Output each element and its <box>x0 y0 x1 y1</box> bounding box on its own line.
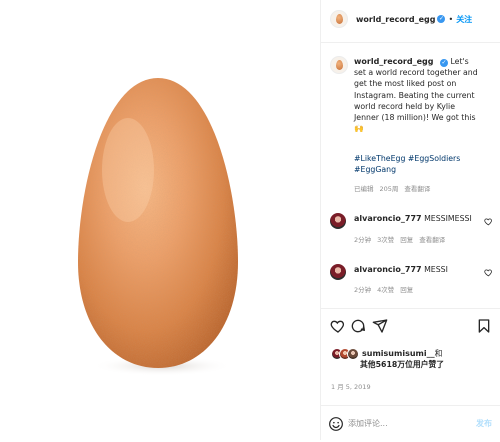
post-comment-button[interactable]: 发布 <box>476 418 492 429</box>
commenter-avatar[interactable] <box>330 264 346 280</box>
caption-meta: 已编辑 205周 查看翻译 <box>354 183 436 193</box>
verified-badge-icon: ✓ <box>437 15 446 23</box>
instagram-post: world_record_egg ✓ • 关注 world_record_egg… <box>0 0 500 440</box>
egg-image <box>78 78 238 376</box>
heart-icon[interactable] <box>484 217 493 226</box>
see-translation-link[interactable]: 查看翻译 <box>404 185 430 193</box>
caption-username[interactable]: world_record_egg <box>354 57 433 66</box>
follow-button[interactable]: 关注 <box>456 14 472 25</box>
verified-badge-icon: ✓ <box>439 59 448 67</box>
comment-input[interactable]: 添加评论... <box>348 418 388 429</box>
author-username[interactable]: world_record_egg <box>356 15 435 24</box>
post-header: world_record_egg ✓ • 关注 <box>330 8 495 30</box>
comment-username[interactable]: alvaroncio_777 <box>354 214 422 223</box>
likes-count[interactable]: 其他5618万位用户赞了 <box>360 360 444 369</box>
comment-time[interactable]: 2分钟 <box>354 236 371 244</box>
comment-username[interactable]: alvaroncio_777 <box>354 265 422 274</box>
comment-box-divider <box>320 405 500 406</box>
likes-summary: sumisumisumi__和 其他5618万位用户赞了 <box>360 348 490 370</box>
comment-time[interactable]: 2分钟 <box>354 286 371 294</box>
comment-icon[interactable] <box>350 318 366 334</box>
liker-avatars <box>331 348 361 362</box>
comment: alvaroncio_777 MESSI <box>354 265 448 274</box>
heart-icon[interactable] <box>330 318 346 334</box>
add-comment-bar: 添加评论... 发布 <box>320 410 500 440</box>
comment-meta: 2分钟 3次赞 回复 查看翻译 <box>354 234 451 244</box>
action-bar <box>330 318 492 336</box>
likes-and: 和 <box>434 349 443 358</box>
author-avatar[interactable] <box>330 10 348 28</box>
caption-time[interactable]: 205周 <box>380 185 399 193</box>
comment-meta: 2分钟 4次赞 回复 <box>354 284 419 294</box>
comment-body: MESSI <box>424 265 448 274</box>
post-date[interactable]: 1 月 5, 2019 <box>331 381 371 391</box>
comment-likes[interactable]: 3次赞 <box>377 236 394 244</box>
emoji-icon[interactable] <box>328 416 344 432</box>
comment-likes[interactable]: 4次赞 <box>377 286 394 294</box>
reply-button[interactable]: 回复 <box>400 236 413 244</box>
caption-hashtags[interactable]: #LikeTheEgg #EggSoldiers #EggGang <box>354 153 482 175</box>
liker-username[interactable]: sumisumisumi__ <box>362 349 435 358</box>
edited-label: 已编辑 <box>354 185 374 193</box>
separator-dot: • <box>448 14 454 24</box>
reply-button[interactable]: 回复 <box>400 286 413 294</box>
bookmark-icon[interactable] <box>476 318 492 334</box>
post-media <box>0 0 320 440</box>
comment: alvaroncio_777 MESSIMESSI <box>354 214 472 223</box>
heart-icon[interactable] <box>484 268 493 277</box>
comment-body: MESSIMESSI <box>424 214 472 223</box>
actions-divider <box>320 308 500 309</box>
caption-avatar[interactable] <box>330 56 348 74</box>
caption-body: Let's set a world record together and ge… <box>354 57 478 134</box>
commenter-avatar[interactable] <box>330 213 346 229</box>
liker-avatar[interactable] <box>347 348 359 360</box>
header-divider <box>320 42 500 43</box>
share-icon[interactable] <box>372 318 388 334</box>
caption-text: world_record_egg ✓ Let's set a world rec… <box>354 56 482 134</box>
see-translation-link[interactable]: 查看翻译 <box>419 236 445 244</box>
